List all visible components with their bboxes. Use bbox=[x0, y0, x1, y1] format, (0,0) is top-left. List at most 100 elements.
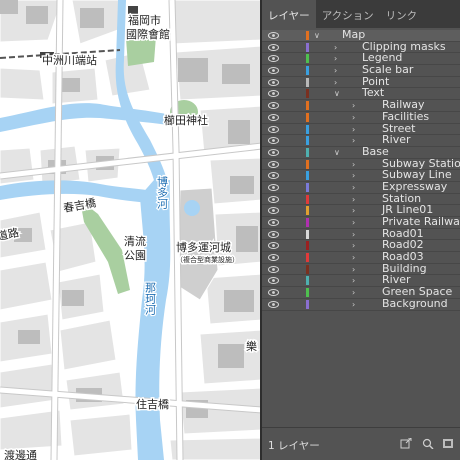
eye-icon[interactable] bbox=[268, 67, 279, 75]
layer-color-swatch bbox=[306, 171, 309, 181]
eye-icon[interactable] bbox=[268, 113, 279, 121]
eye-icon[interactable] bbox=[268, 219, 279, 226]
chevron-right-icon[interactable]: › bbox=[352, 194, 355, 205]
label-watanabe: 渡邊通 bbox=[4, 448, 37, 460]
layer-color-swatch bbox=[306, 112, 309, 122]
layer-row[interactable]: › Private Railway bbox=[262, 215, 460, 229]
layer-name: Map bbox=[342, 28, 366, 41]
eye-icon[interactable] bbox=[268, 78, 279, 86]
chevron-right-icon[interactable]: › bbox=[352, 252, 355, 263]
layer-color-swatch bbox=[306, 241, 309, 251]
eye-icon[interactable] bbox=[268, 43, 279, 51]
eye-icon[interactable] bbox=[268, 207, 279, 215]
layer-row[interactable]: › Point bbox=[262, 76, 460, 89]
layer-color-swatch bbox=[306, 101, 309, 111]
eye-icon[interactable] bbox=[268, 137, 279, 145]
layer-row[interactable]: › Building bbox=[262, 263, 460, 276]
chevron-right-icon[interactable]: › bbox=[352, 217, 355, 228]
chevron-right-icon[interactable]: › bbox=[352, 182, 355, 193]
layer-row[interactable]: › Street bbox=[262, 122, 460, 136]
layer-name: Expressway bbox=[382, 179, 448, 193]
layer-row[interactable]: › Clipping masks bbox=[262, 40, 460, 54]
chevron-right-icon[interactable]: › bbox=[352, 287, 355, 298]
chevron-right-icon[interactable]: › bbox=[352, 240, 355, 251]
chevron-right-icon[interactable]: › bbox=[352, 159, 355, 170]
label-seiryu-park-2: 公園 bbox=[124, 249, 146, 262]
eye-icon[interactable] bbox=[268, 148, 279, 156]
chevron-right-icon[interactable]: › bbox=[334, 77, 337, 88]
layer-name: Facilities bbox=[382, 109, 430, 123]
chevron-right-icon[interactable]: › bbox=[352, 205, 355, 216]
layer-color-swatch bbox=[306, 218, 309, 227]
layer-color-swatch bbox=[306, 136, 309, 146]
chevron-right-icon[interactable]: › bbox=[352, 264, 355, 275]
label-fukuoka-city: 福岡市 bbox=[128, 13, 161, 27]
eye-icon[interactable] bbox=[268, 300, 279, 308]
chevron-right-icon[interactable]: › bbox=[334, 42, 337, 53]
chevron-right-icon[interactable]: › bbox=[352, 100, 355, 111]
layer-row[interactable]: › Road02 bbox=[262, 239, 460, 253]
label-canal-city-sub: （複合型商業設施） bbox=[176, 255, 239, 264]
layer-color-swatch bbox=[306, 288, 309, 298]
eye-icon[interactable] bbox=[268, 32, 279, 39]
chevron-right-icon[interactable]: › bbox=[352, 135, 355, 146]
label-canal-city: 博多運河城 bbox=[176, 240, 231, 254]
layer-row[interactable]: › Legend bbox=[262, 52, 460, 66]
eye-icon[interactable] bbox=[268, 160, 279, 168]
label-sumiyoshi-bridge: 住吉橋 bbox=[136, 397, 169, 411]
chevron-right-icon[interactable]: › bbox=[352, 112, 355, 123]
layer-color-swatch bbox=[306, 299, 309, 309]
chevron-down-icon[interactable]: ∨ bbox=[334, 147, 340, 158]
eye-icon[interactable] bbox=[268, 254, 279, 262]
layer-color-swatch bbox=[306, 206, 309, 216]
layer-name: Private Railway bbox=[382, 215, 460, 228]
chevron-right-icon[interactable]: › bbox=[352, 124, 355, 135]
eye-icon[interactable] bbox=[268, 172, 279, 180]
eye-icon[interactable] bbox=[268, 195, 279, 203]
layer-row[interactable]: › Expressway bbox=[262, 179, 460, 194]
eye-icon[interactable] bbox=[268, 125, 279, 133]
eye-icon[interactable] bbox=[268, 90, 279, 98]
map-svg: 福岡市 國際會館 中洲川端站 櫛田神社 春吉橋 博多河 博多運河城 （複合型商業… bbox=[0, 0, 262, 460]
layers-panel: レイヤー アクション リンク ∨ Map › Clipping masks › Legend ›… bbox=[262, 0, 460, 460]
layer-row[interactable]: › Background bbox=[262, 298, 460, 311]
chevron-right-icon[interactable]: › bbox=[334, 53, 337, 64]
chevron-right-icon[interactable]: › bbox=[352, 229, 355, 240]
layer-count: 1 レイヤー bbox=[268, 440, 320, 452]
tab-2[interactable]: リンク bbox=[380, 0, 424, 28]
map-canvas[interactable]: 福岡市 國際會館 中洲川端站 櫛田神社 春吉橋 博多河 博多運河城 （複合型商業… bbox=[0, 0, 262, 460]
layer-row[interactable]: › Railway bbox=[262, 99, 460, 112]
layer-color-swatch bbox=[306, 264, 309, 274]
layer-row[interactable]: › Road01 bbox=[262, 227, 460, 241]
layer-color-swatch bbox=[306, 229, 309, 239]
chevron-right-icon[interactable]: › bbox=[352, 170, 355, 181]
export-icon[interactable] bbox=[400, 438, 412, 449]
eye-icon[interactable] bbox=[268, 242, 279, 250]
chevron-right-icon[interactable]: › bbox=[352, 275, 355, 286]
layer-color-swatch bbox=[306, 77, 309, 87]
layer-row[interactable]: › Scale bar bbox=[262, 64, 460, 77]
layer-name: Base bbox=[362, 144, 389, 158]
eye-icon[interactable] bbox=[268, 289, 279, 297]
chevron-down-icon[interactable]: ∨ bbox=[314, 30, 320, 41]
eye-icon[interactable] bbox=[268, 265, 279, 273]
layer-row[interactable]: ∨ Text bbox=[262, 87, 460, 101]
new-layer-icon[interactable] bbox=[442, 438, 454, 449]
tab-0[interactable]: レイヤー bbox=[262, 0, 316, 28]
layer-row[interactable]: › Facilities bbox=[262, 109, 460, 124]
chevron-down-icon[interactable]: ∨ bbox=[334, 88, 340, 99]
eye-icon[interactable] bbox=[268, 230, 279, 238]
chevron-right-icon[interactable]: › bbox=[352, 299, 355, 310]
layer-color-swatch bbox=[306, 42, 309, 52]
eye-icon[interactable] bbox=[268, 55, 279, 63]
tab-1[interactable]: アクション bbox=[316, 0, 380, 28]
search-icon[interactable] bbox=[422, 438, 434, 449]
eye-icon[interactable] bbox=[268, 183, 279, 191]
eye-icon[interactable] bbox=[268, 277, 279, 285]
layer-row[interactable]: › River bbox=[262, 134, 460, 147]
panel-footer: 1 レイヤー bbox=[262, 427, 460, 460]
layer-list: ∨ Map › Clipping masks › Legend › Scale bar › Poi… bbox=[262, 28, 460, 311]
eye-icon[interactable] bbox=[268, 102, 279, 110]
layer-row[interactable]: › Road03 bbox=[262, 251, 460, 264]
chevron-right-icon[interactable]: › bbox=[334, 65, 337, 76]
